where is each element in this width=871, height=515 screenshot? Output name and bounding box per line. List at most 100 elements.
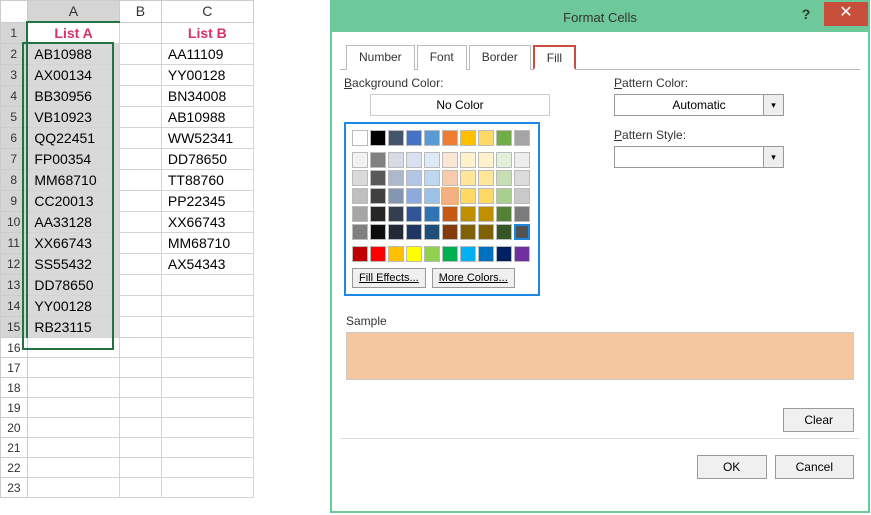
tab-number[interactable]: Number xyxy=(346,45,415,70)
color-swatch[interactable] xyxy=(478,188,494,204)
color-swatch[interactable] xyxy=(424,130,440,146)
col-header-b[interactable]: B xyxy=(119,1,161,23)
cell[interactable] xyxy=(119,233,161,254)
color-swatch[interactable] xyxy=(406,206,422,222)
color-swatch[interactable] xyxy=(478,206,494,222)
tab-font[interactable]: Font xyxy=(417,45,467,70)
color-swatch[interactable] xyxy=(496,246,512,262)
color-swatch[interactable] xyxy=(478,170,494,186)
cell[interactable]: XX66743 xyxy=(161,212,253,233)
dialog-titlebar[interactable]: Format Cells ? ✕ xyxy=(332,2,868,32)
color-swatch[interactable] xyxy=(406,188,422,204)
cell[interactable]: YY00128 xyxy=(27,296,119,317)
color-swatch[interactable] xyxy=(460,224,476,240)
row-header[interactable]: 4 xyxy=(1,86,28,107)
ok-button[interactable]: OK xyxy=(697,455,767,479)
color-swatch[interactable] xyxy=(496,152,512,168)
cell[interactable] xyxy=(161,458,253,478)
color-swatch[interactable] xyxy=(406,130,422,146)
cell[interactable]: DD78650 xyxy=(161,149,253,170)
color-swatch[interactable] xyxy=(388,206,404,222)
spreadsheet[interactable]: A B C 1 List A List B 2AB10988AA111093AX… xyxy=(0,0,340,498)
row-header[interactable]: 8 xyxy=(1,170,28,191)
col-header-a[interactable]: A xyxy=(27,1,119,23)
cell[interactable]: MM68710 xyxy=(27,170,119,191)
cell[interactable]: XX66743 xyxy=(27,233,119,254)
cell[interactable] xyxy=(119,378,161,398)
color-swatch[interactable] xyxy=(388,246,404,262)
row-header[interactable]: 10 xyxy=(1,212,28,233)
color-swatch[interactable] xyxy=(514,206,530,222)
cell[interactable] xyxy=(119,170,161,191)
cell[interactable]: TT88760 xyxy=(161,170,253,191)
cell[interactable]: AA11109 xyxy=(161,44,253,65)
cell-b1[interactable] xyxy=(119,22,161,44)
color-swatch[interactable] xyxy=(514,130,530,146)
col-header-c[interactable]: C xyxy=(161,1,253,23)
color-swatch[interactable] xyxy=(478,246,494,262)
cell[interactable]: AB10988 xyxy=(161,107,253,128)
cell[interactable] xyxy=(119,338,161,358)
close-icon[interactable]: ✕ xyxy=(824,2,868,26)
cell[interactable] xyxy=(161,478,253,498)
pattern-style-combo[interactable]: ▾ xyxy=(614,146,784,168)
color-swatch[interactable] xyxy=(388,152,404,168)
color-swatch[interactable] xyxy=(352,206,368,222)
color-swatch[interactable] xyxy=(370,170,386,186)
color-swatch[interactable] xyxy=(514,224,530,240)
color-swatch[interactable] xyxy=(442,152,458,168)
cell[interactable]: AB10988 xyxy=(27,44,119,65)
color-swatch[interactable] xyxy=(496,130,512,146)
color-swatch[interactable] xyxy=(406,170,422,186)
cell[interactable] xyxy=(161,317,253,338)
color-swatch[interactable] xyxy=(406,224,422,240)
color-swatch[interactable] xyxy=(514,246,530,262)
row-header[interactable]: 1 xyxy=(1,22,28,44)
color-swatch[interactable] xyxy=(478,224,494,240)
row-header[interactable]: 20 xyxy=(1,418,28,438)
cell[interactable] xyxy=(119,478,161,498)
cell[interactable] xyxy=(161,275,253,296)
color-swatch[interactable] xyxy=(388,170,404,186)
cell[interactable] xyxy=(119,86,161,107)
cell[interactable] xyxy=(161,438,253,458)
cell[interactable] xyxy=(119,44,161,65)
row-header[interactable]: 17 xyxy=(1,358,28,378)
cell[interactable]: MM68710 xyxy=(161,233,253,254)
tab-fill[interactable]: Fill xyxy=(533,45,576,70)
pattern-color-combo[interactable]: Automatic ▾ xyxy=(614,94,784,116)
color-swatch[interactable] xyxy=(442,130,458,146)
color-swatch[interactable] xyxy=(352,170,368,186)
row-header[interactable]: 6 xyxy=(1,128,28,149)
cell[interactable]: WW52341 xyxy=(161,128,253,149)
cell[interactable] xyxy=(161,338,253,358)
row-header[interactable]: 22 xyxy=(1,458,28,478)
row-header[interactable]: 18 xyxy=(1,378,28,398)
tab-border[interactable]: Border xyxy=(469,45,531,70)
cell[interactable] xyxy=(119,65,161,86)
row-header[interactable]: 19 xyxy=(1,398,28,418)
color-swatch[interactable] xyxy=(514,188,530,204)
cell[interactable] xyxy=(119,358,161,378)
cell[interactable]: VB10923 xyxy=(27,107,119,128)
color-swatch[interactable] xyxy=(370,188,386,204)
color-swatch[interactable] xyxy=(460,152,476,168)
cell[interactable] xyxy=(119,317,161,338)
color-swatch[interactable] xyxy=(514,152,530,168)
more-colors-button[interactable]: More Colors... xyxy=(432,268,515,288)
cell[interactable]: BB30956 xyxy=(27,86,119,107)
cell[interactable] xyxy=(161,398,253,418)
cell[interactable] xyxy=(161,358,253,378)
cell-c1[interactable]: List B xyxy=(161,22,253,44)
cell[interactable] xyxy=(119,212,161,233)
cell[interactable]: CC20013 xyxy=(27,191,119,212)
cell[interactable] xyxy=(161,378,253,398)
cell[interactable] xyxy=(161,296,253,317)
cell[interactable]: FP00354 xyxy=(27,149,119,170)
cell[interactable] xyxy=(119,438,161,458)
cell[interactable] xyxy=(119,128,161,149)
cancel-button[interactable]: Cancel xyxy=(775,455,854,479)
cell[interactable] xyxy=(27,418,119,438)
cell[interactable] xyxy=(27,378,119,398)
color-swatch[interactable] xyxy=(460,246,476,262)
